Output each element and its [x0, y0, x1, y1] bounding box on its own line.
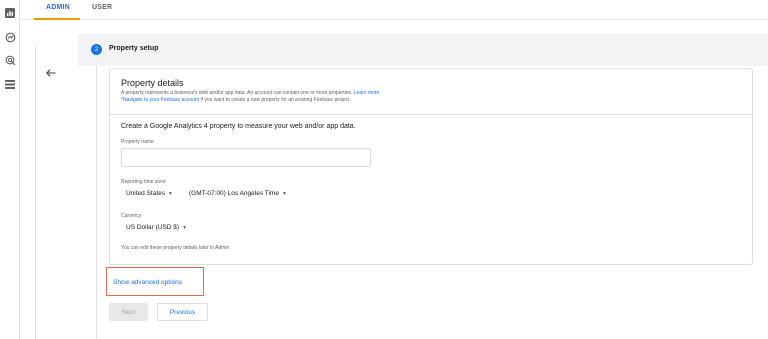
bar-chart-icon[interactable] — [4, 7, 16, 19]
description-text-2: if you want to create a new property for… — [199, 97, 351, 103]
timezone-value: (GMT-07:00) Los Angeles Time — [189, 190, 279, 197]
currency-select[interactable]: US Dollar (USD $) ▼ — [126, 224, 187, 231]
admin-user-tabs: ADMIN USER — [20, 0, 768, 20]
step-header: 2 Property setup — [78, 34, 768, 66]
firebase-link[interactable]: *Navigate to your Firebase account — [121, 97, 199, 103]
helper-text: You can edit these property details late… — [121, 245, 230, 251]
rail-divider — [35, 46, 36, 339]
learn-more-link[interactable]: Learn more — [354, 90, 380, 96]
description-text: A property represents a business's web a… — [121, 90, 353, 96]
create-property-text: Create a Google Analytics 4 property to … — [121, 123, 356, 130]
card-divider — [110, 114, 752, 115]
property-name-label: Property name — [121, 139, 154, 145]
card-title: Property details — [121, 78, 184, 88]
country-value: United States — [126, 190, 166, 197]
explore-icon[interactable] — [4, 31, 16, 43]
left-navigation — [0, 0, 20, 339]
step-title: Property setup — [109, 45, 159, 52]
timezone-select[interactable]: (GMT-07:00) Los Angeles Time ▼ — [189, 190, 287, 197]
chevron-down-icon: ▼ — [281, 190, 287, 197]
property-details-card: Property details A property represents a… — [109, 68, 753, 265]
country-select[interactable]: United States ▼ — [126, 190, 173, 197]
show-advanced-options-link[interactable]: Show advanced options — [113, 279, 182, 286]
tab-user[interactable]: USER — [92, 4, 112, 11]
tab-admin[interactable]: ADMIN — [46, 4, 70, 11]
advanced-options-highlight: Show advanced options — [106, 267, 204, 296]
chevron-down-icon: ▼ — [168, 190, 173, 197]
active-tab-indicator — [34, 18, 80, 20]
chevron-down-icon: ▼ — [182, 224, 188, 231]
timezone-label: Reporting time zone — [121, 179, 166, 185]
back-arrow-icon[interactable] — [44, 66, 58, 80]
column-divider — [96, 66, 97, 339]
step-number-badge: 2 — [91, 44, 102, 55]
card-description: A property represents a business's web a… — [121, 90, 379, 104]
currency-value: US Dollar (USD $) — [126, 224, 180, 231]
advertising-icon[interactable] — [4, 54, 16, 66]
currency-label: Currency — [121, 213, 142, 219]
previous-button[interactable]: Previous — [157, 303, 208, 321]
next-button[interactable]: Next — [109, 303, 148, 321]
property-name-input[interactable] — [121, 148, 371, 167]
configure-icon[interactable] — [4, 78, 16, 90]
